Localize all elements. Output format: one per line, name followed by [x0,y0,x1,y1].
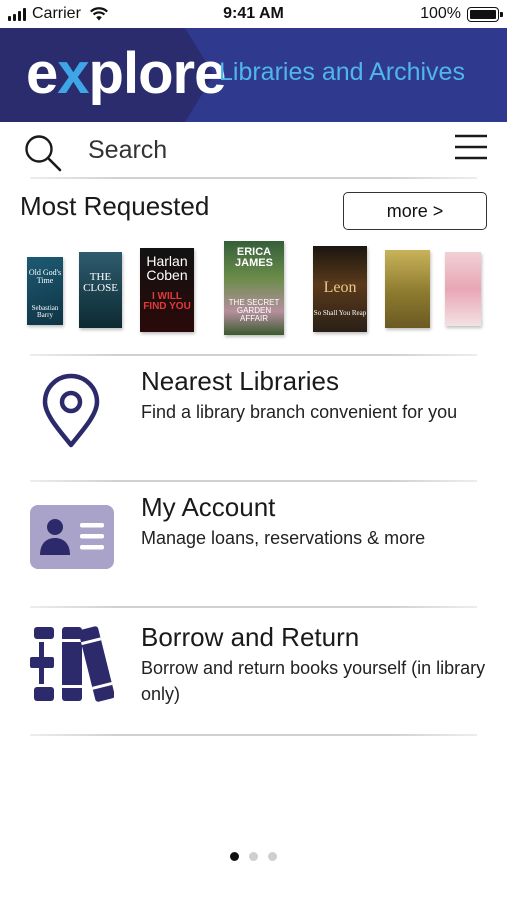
search-icon[interactable] [22,132,64,174]
hamburger-menu-icon[interactable] [453,132,489,162]
book-cover[interactable]: Harlan Coben I WILL FIND YOU [140,248,194,332]
most-requested-title: Most Requested [20,191,210,221]
header-subtitle: Libraries and Archives [219,58,465,86]
book-cover[interactable]: ERICA JAMES THE SECRET GARDEN AFFAIR [224,241,284,335]
page-dot[interactable] [268,852,277,861]
battery-percent: 100% [420,5,461,22]
status-bar: Carrier 9:41 AM 100% [0,0,507,28]
divider [30,177,477,179]
search-input[interactable] [88,132,428,168]
books-plus-icon [30,626,114,702]
book-cover[interactable] [385,250,430,328]
nearest-libraries-item[interactable]: Nearest Libraries Find a library branch … [0,356,507,482]
status-bar-right: 100% [420,5,503,23]
section-description: Manage loans, reservations & more [141,528,426,548]
section-title: Borrow and Return [141,622,360,652]
borrow-return-item[interactable]: Borrow and Return Borrow and return book… [0,608,507,734]
page-indicator [0,852,507,861]
search-row [0,122,507,178]
divider [30,734,477,736]
book-cover[interactable]: Leon So Shall You Reap [313,246,367,332]
more-button[interactable]: more > [343,192,487,230]
book-cover[interactable]: Old God's Time Sebastian Barry [27,257,63,325]
book-cover[interactable] [445,252,481,326]
battery-icon [467,6,503,22]
section-title: My Account [141,492,276,522]
app-header: explore Libraries and Archives [0,28,507,122]
id-card-icon [30,505,114,569]
section-title: Nearest Libraries [141,366,339,396]
map-pin-icon [42,373,100,448]
section-description: Find a library branch convenient for you [141,402,458,422]
page-dot-active[interactable] [230,852,239,861]
book-carousel: Old God's Time Sebastian Barry THE CLOSE… [0,238,507,342]
section-description: Borrow and return books yourself (in lib… [141,658,486,704]
page-dot[interactable] [249,852,258,861]
explore-logo: explore [26,41,226,106]
my-account-item[interactable]: My Account Manage loans, reservations & … [0,482,507,608]
book-cover[interactable]: THE CLOSE [79,252,122,328]
